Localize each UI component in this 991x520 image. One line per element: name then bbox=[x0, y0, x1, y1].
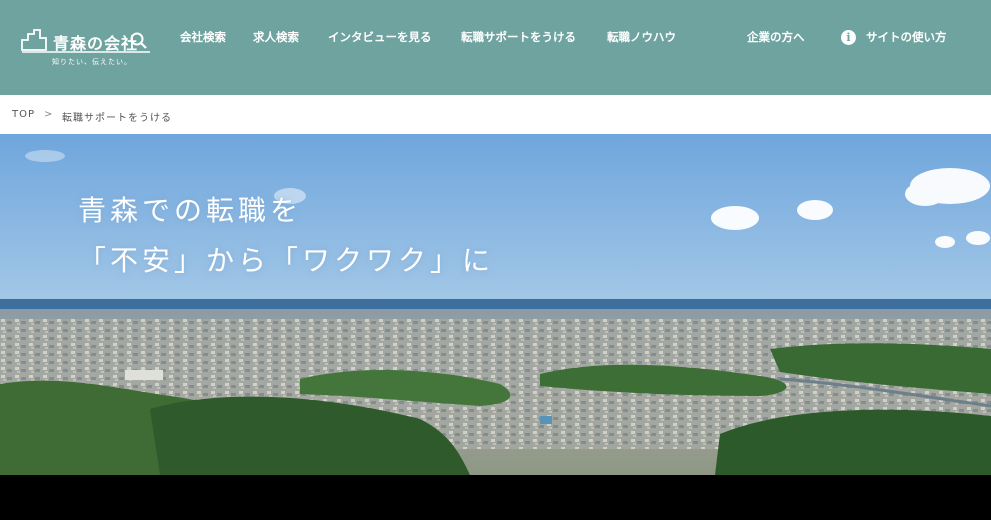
nav-company-search[interactable]: 会社検索 bbox=[180, 26, 232, 48]
nav-career-support[interactable]: 転職サポートをうける bbox=[461, 26, 581, 48]
breadcrumb-top-link[interactable]: TOP bbox=[12, 109, 35, 120]
breadcrumb: TOP > 転職サポートをうける bbox=[0, 95, 991, 134]
hero-aerial-city-image bbox=[0, 134, 991, 475]
hero-headline-line2: 「不安」から「ワクワク」に bbox=[78, 244, 495, 277]
logo-title: 青森の会社 bbox=[53, 34, 139, 53]
hero-banner: 青森での転職を 「不安」から「ワクワク」に bbox=[0, 134, 991, 475]
breadcrumb-separator: > bbox=[44, 109, 54, 120]
nav-interviews[interactable]: インタビューを見る bbox=[328, 26, 438, 48]
site-logo[interactable]: 青森の会社 知りたい、伝えたい。 bbox=[20, 28, 155, 70]
info-icon: i bbox=[841, 30, 856, 45]
nav-for-companies[interactable]: 企業の方へ bbox=[747, 26, 809, 48]
nav-how-to-use[interactable]: i サイトの使い方 bbox=[841, 26, 961, 48]
bottom-black-area bbox=[0, 475, 991, 520]
site-header: 青森の会社 知りたい、伝えたい。 会社検索 求人検索 インタビューを見る 転職サ… bbox=[0, 0, 991, 95]
nav-career-knowhow[interactable]: 転職ノウハウ bbox=[607, 26, 679, 48]
hero-headline-line1: 青森での転職を bbox=[78, 194, 303, 227]
nav-job-search[interactable]: 求人検索 bbox=[253, 26, 305, 48]
breadcrumb-current: 転職サポートをうける bbox=[62, 113, 172, 124]
logo-tagline: 知りたい、伝えたい。 bbox=[52, 58, 132, 66]
